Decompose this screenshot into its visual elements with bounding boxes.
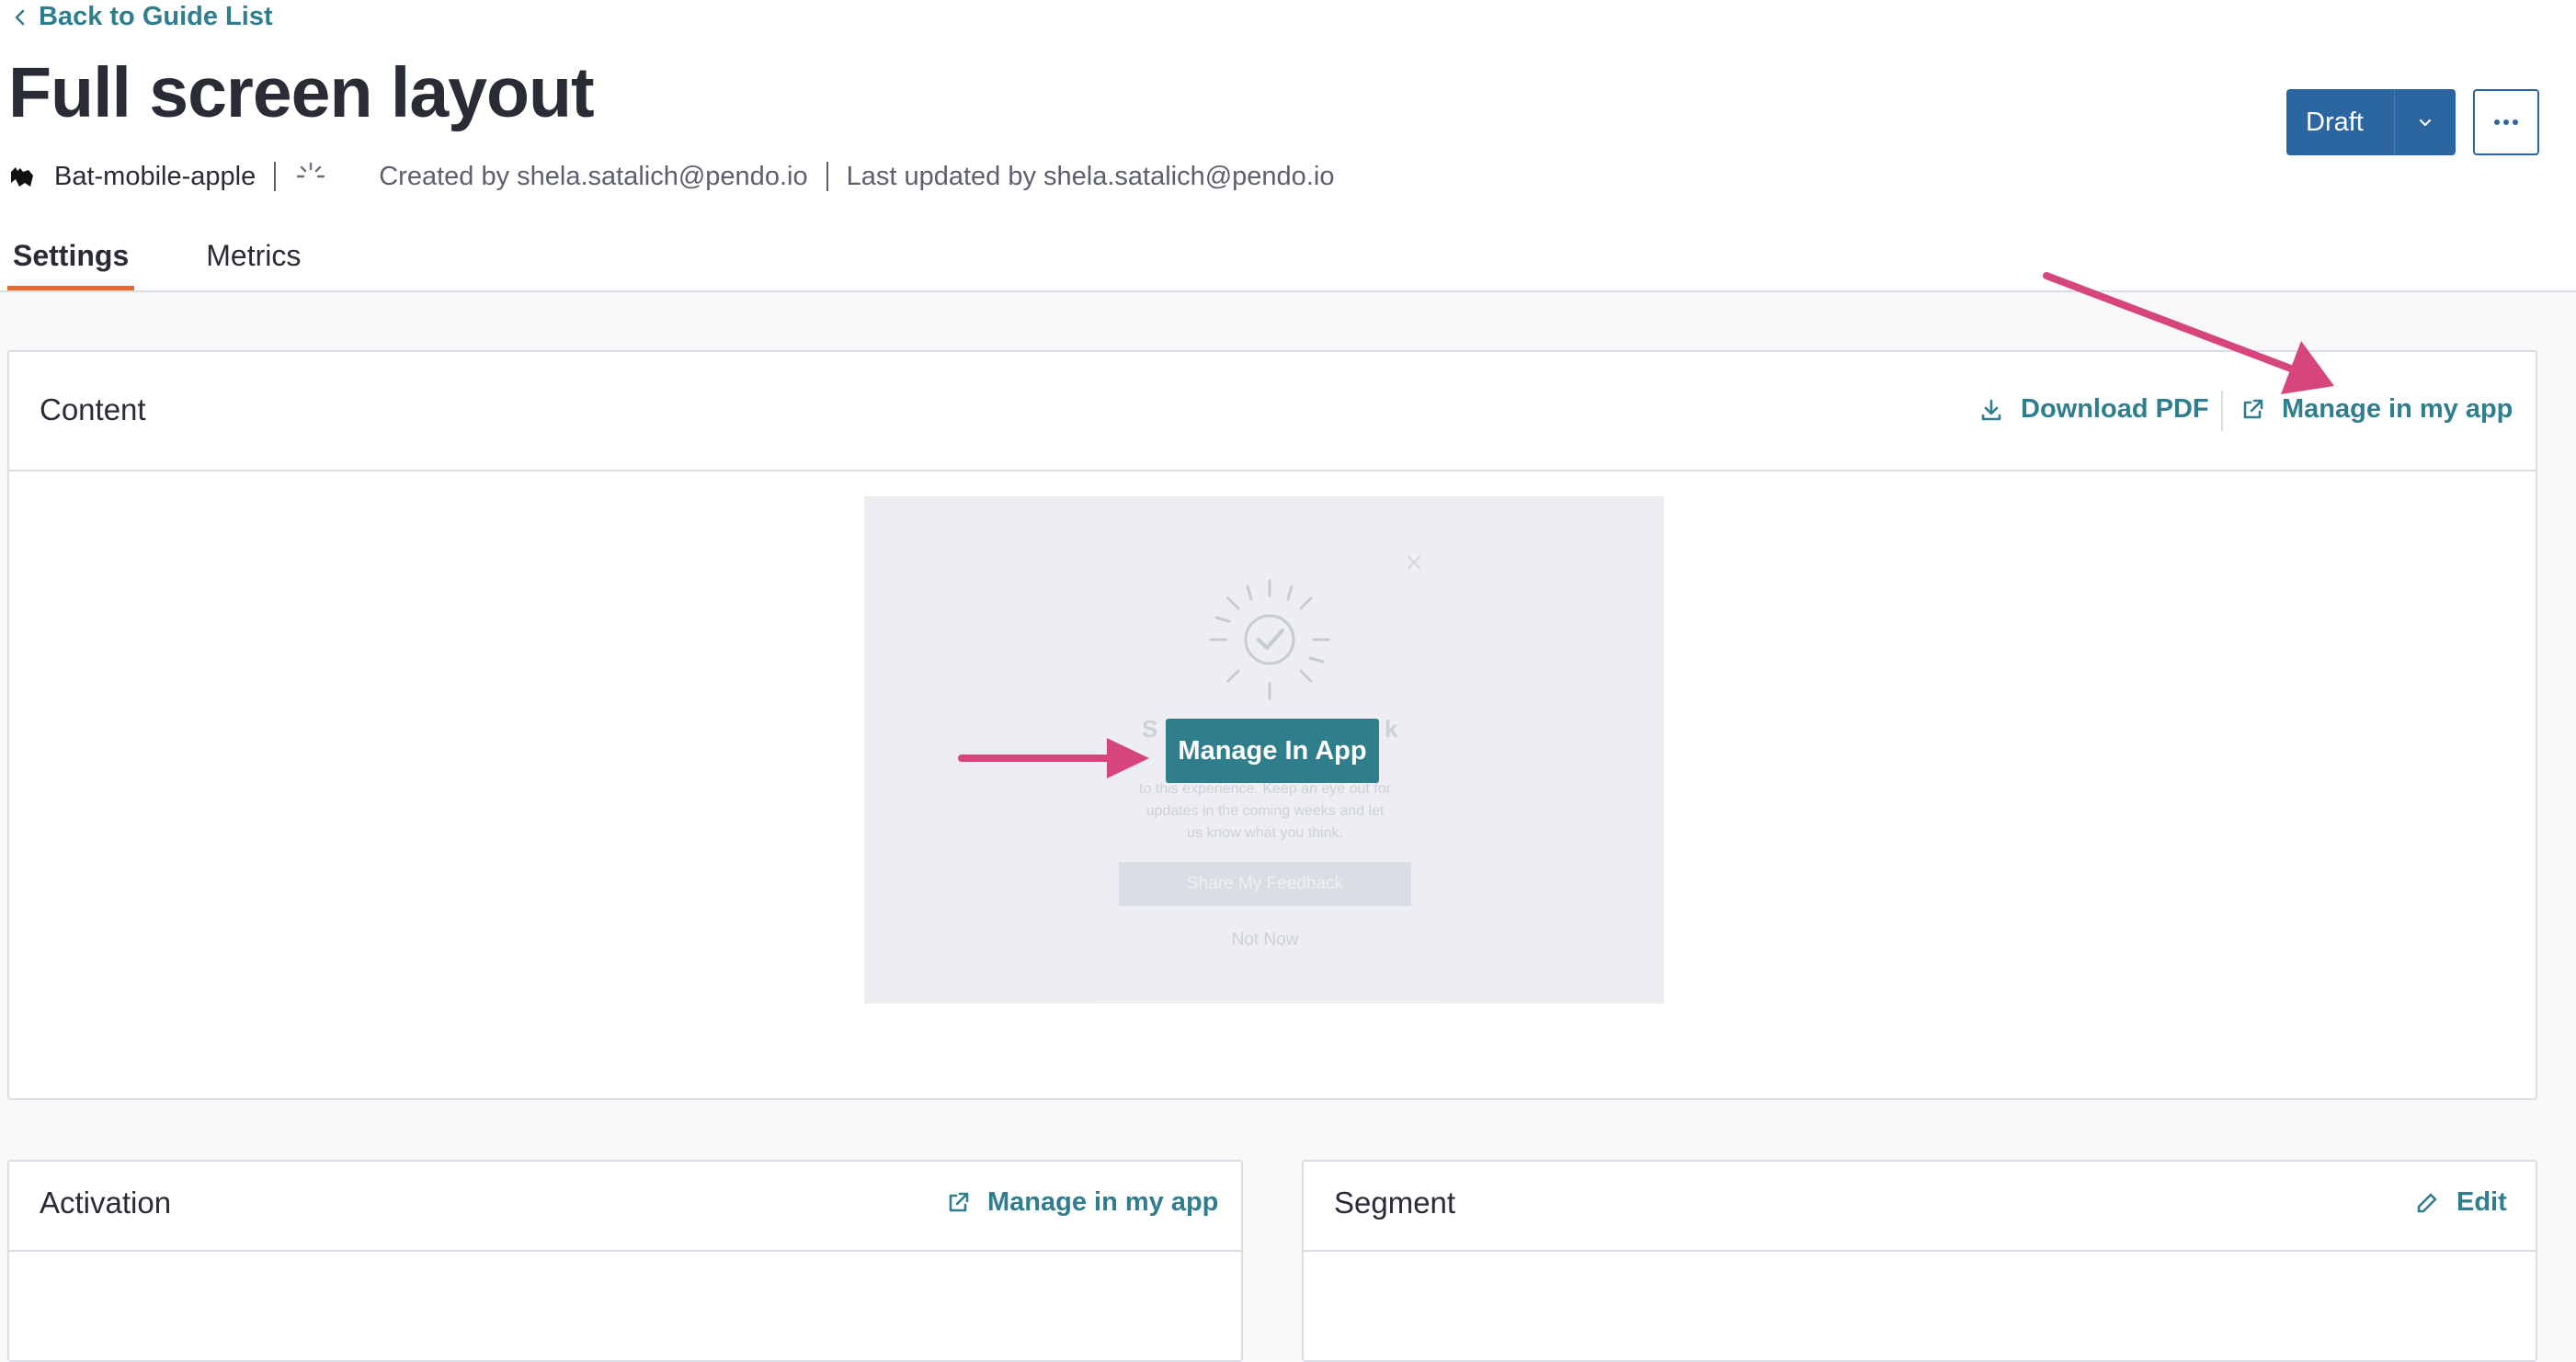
header-link-divider xyxy=(2221,391,2223,431)
chevron-left-icon xyxy=(15,9,25,25)
back-to-guide-list-link[interactable]: Back to Guide List xyxy=(11,2,273,32)
preview-body-line: us know what you think. xyxy=(1187,825,1343,841)
preview-not-now-link: Not Now xyxy=(1231,930,1299,949)
ellipsis-icon xyxy=(2494,119,2518,125)
segment-card-header: Segment Edit xyxy=(1304,1162,2536,1252)
app-name: Bat-mobile-apple xyxy=(54,161,256,191)
activation-manage-in-my-app-link[interactable]: Manage in my app xyxy=(945,1187,1218,1218)
external-link-icon xyxy=(949,1192,969,1211)
activation-manage-label: Manage in my app xyxy=(987,1187,1219,1217)
meta-divider xyxy=(826,162,828,191)
guide-tabs: Settings Metrics xyxy=(0,232,301,290)
manage-in-app-button[interactable]: Manage In App xyxy=(1166,719,1379,783)
segment-card-title: Segment xyxy=(1334,1186,1456,1220)
chevron-down-icon xyxy=(2394,89,2456,155)
loading-spinner-icon xyxy=(297,162,325,178)
manage-in-my-app-link[interactable]: Manage in my app xyxy=(2240,394,2513,425)
more-actions-button[interactable] xyxy=(2473,89,2539,155)
download-icon xyxy=(1981,399,2001,420)
page-title: Full screen layout xyxy=(8,53,595,132)
tab-settings[interactable]: Settings xyxy=(7,232,135,290)
external-link-icon xyxy=(2243,399,2263,418)
preview-heading-left: S xyxy=(1142,715,1158,743)
activation-card-header: Activation Manage in my app xyxy=(9,1162,1241,1252)
tab-metrics[interactable]: Metrics xyxy=(206,232,301,290)
download-pdf-link[interactable]: Download PDF xyxy=(1978,394,2209,425)
close-icon xyxy=(1408,556,1420,569)
preview-share-feedback-button: Share My Feedback xyxy=(1119,862,1411,906)
content-card-title: Content xyxy=(40,392,146,426)
status-dropdown-button[interactable]: Draft xyxy=(2286,89,2456,155)
app-logo-icon xyxy=(11,167,33,187)
preview-body-line: to this experience. Keep an eye out for xyxy=(1139,781,1391,797)
segment-edit-label: Edit xyxy=(2456,1187,2507,1217)
pencil-icon xyxy=(2417,1193,2437,1212)
status-label: Draft xyxy=(2306,107,2364,137)
back-link-label: Back to Guide List xyxy=(39,2,273,31)
guide-header: Back to Guide List Full screen layout Ba… xyxy=(0,0,2576,292)
manage-in-my-app-label: Manage in my app xyxy=(2282,394,2513,424)
activation-card-title: Activation xyxy=(40,1186,172,1220)
preview-heading-right: k xyxy=(1385,715,1398,743)
segment-edit-link[interactable]: Edit xyxy=(2414,1187,2507,1218)
last-updated-by: Last updated by shela.satalich@pendo.io xyxy=(846,161,1335,191)
meta-divider xyxy=(274,162,277,191)
preview-body-line: updates in the coming weeks and let xyxy=(1146,803,1385,819)
content-card-header: Content Download PDF Manage in my app xyxy=(9,352,2536,471)
checkmark-burst-icon xyxy=(1209,579,1330,700)
activation-card: Activation Manage in my app xyxy=(7,1160,1243,1362)
created-by: Created by shela.satalich@pendo.io xyxy=(379,161,808,191)
guide-meta: Bat-mobile-apple Created by shela.satali… xyxy=(8,160,1334,193)
download-pdf-label: Download PDF xyxy=(2021,394,2209,424)
segment-card: Segment Edit xyxy=(1302,1160,2537,1362)
